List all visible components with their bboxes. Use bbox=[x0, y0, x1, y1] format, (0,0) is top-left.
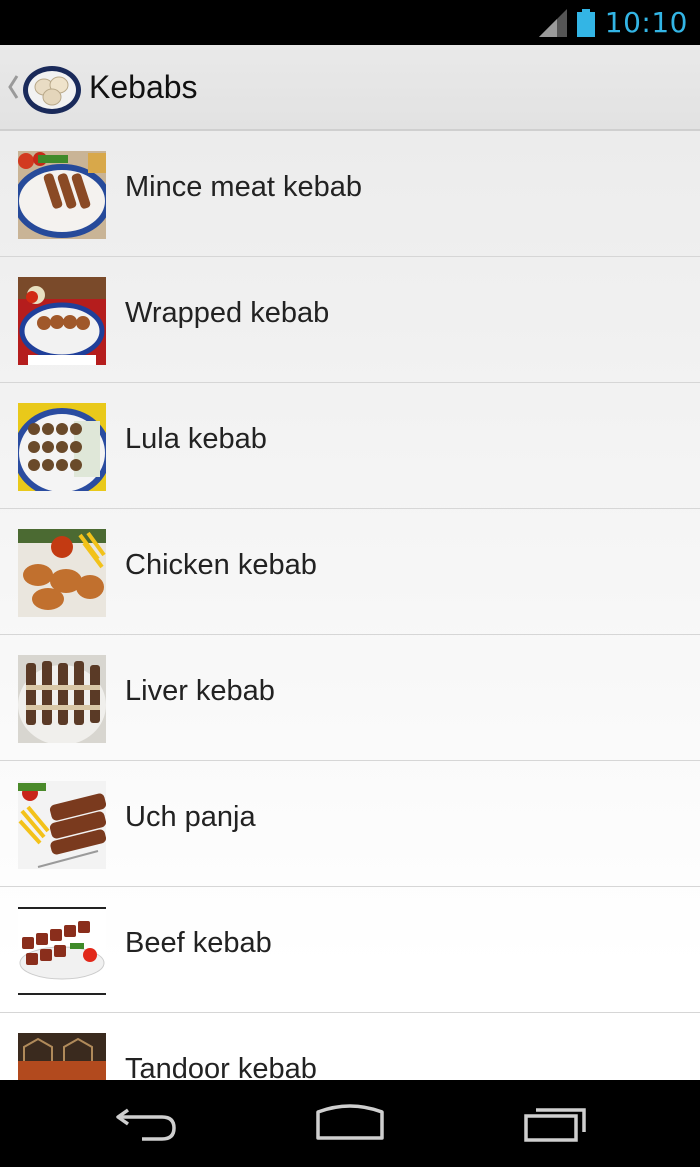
list-item[interactable]: Uch panja bbox=[0, 761, 700, 887]
kebab-thumbnail bbox=[18, 277, 106, 365]
list-item[interactable]: Liver kebab bbox=[0, 635, 700, 761]
recents-icon[interactable] bbox=[516, 1098, 596, 1148]
kebab-thumbnail bbox=[18, 1033, 106, 1080]
status-icons: 10:10 bbox=[538, 0, 688, 45]
list-item-label: Beef kebab bbox=[125, 927, 272, 959]
home-icon[interactable] bbox=[310, 1098, 390, 1148]
list-item[interactable]: Beef kebab bbox=[0, 887, 700, 1013]
list-item-label: Liver kebab bbox=[125, 675, 275, 707]
kebab-thumbnail bbox=[18, 655, 106, 743]
kebab-thumbnail bbox=[18, 907, 106, 995]
kebab-thumbnail bbox=[18, 403, 106, 491]
clock: 10:10 bbox=[604, 6, 688, 39]
kebab-thumbnail bbox=[18, 151, 106, 239]
list-item-label: Lula kebab bbox=[125, 423, 267, 455]
kebab-thumbnail bbox=[18, 781, 106, 869]
list-item[interactable]: Lula kebab bbox=[0, 383, 700, 509]
signal-icon bbox=[538, 8, 567, 37]
list-item[interactable]: Wrapped kebab bbox=[0, 257, 700, 383]
status-bar: 10:10 bbox=[0, 0, 700, 45]
page-title: Kebabs bbox=[89, 69, 198, 105]
chevron-left-icon[interactable] bbox=[5, 72, 21, 102]
list-item[interactable]: Mince meat kebab bbox=[0, 131, 700, 257]
list-item[interactable]: Tandoor kebab bbox=[0, 1013, 700, 1080]
list-item-label: Chicken kebab bbox=[125, 549, 317, 581]
dumplings-plate-icon[interactable] bbox=[22, 60, 82, 116]
list-item[interactable]: Chicken kebab bbox=[0, 509, 700, 635]
navigation-bar bbox=[0, 1080, 700, 1167]
action-bar: Kebabs bbox=[0, 45, 700, 131]
battery-icon bbox=[576, 8, 595, 37]
kebab-list: Mince meat kebab Wrapped kebab Lula keba… bbox=[0, 131, 700, 1080]
list-item-label: Tandoor kebab bbox=[125, 1053, 317, 1080]
list-item-label: Wrapped kebab bbox=[125, 297, 330, 329]
list-item-label: Mince meat kebab bbox=[125, 171, 362, 203]
list-item-label: Uch panja bbox=[125, 801, 256, 833]
back-icon[interactable] bbox=[106, 1098, 186, 1148]
kebab-thumbnail bbox=[18, 529, 106, 617]
